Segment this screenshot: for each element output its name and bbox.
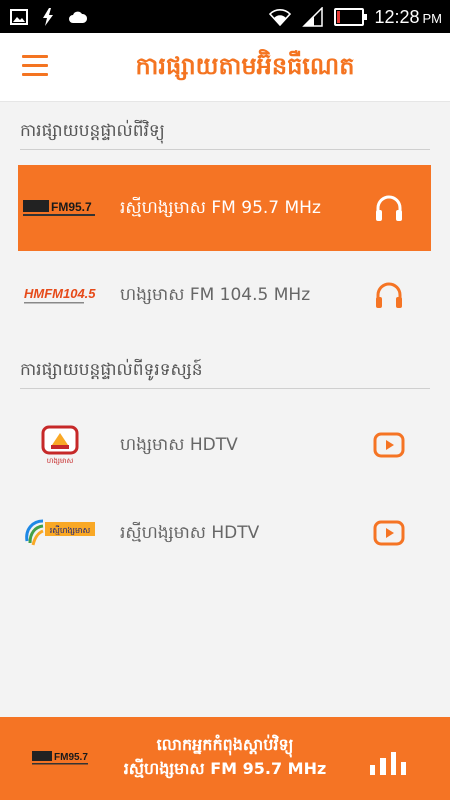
app-header: ការផ្សាយតាមអ៊ិនធឺណេត	[0, 33, 450, 102]
list-item-label: រស្មីហង្សមាស FM 95.7 MHz	[120, 198, 321, 218]
now-playing-line1: លោកអ្នកកំពុងស្តាប់វិទ្យុ	[156, 735, 294, 754]
menu-button[interactable]	[22, 55, 48, 77]
signal-icon	[302, 7, 324, 27]
now-playing-bar[interactable]: FM95.7 លោកអ្នកកំពុងស្តាប់វិទ្យុ រស្មីហង្…	[0, 717, 450, 800]
battery-icon	[334, 8, 368, 26]
hmfm1045-logo: HMFM104.5	[18, 252, 102, 338]
fm957-logo-text: FM95.7	[51, 200, 92, 214]
status-bar: 12:28 PM	[0, 0, 450, 33]
list-item-label: រស្មីហង្សមាស HDTV	[120, 523, 260, 543]
status-left-icons	[10, 7, 88, 27]
reaksmey-tv-logo-text: រស្មីហង្សមាស	[50, 525, 91, 535]
status-time: 12:28	[374, 6, 420, 27]
headphones-icon[interactable]	[373, 279, 405, 311]
menu-icon-bar	[22, 55, 48, 58]
status-clock: 12:28 PM	[374, 7, 442, 28]
eq-bar	[390, 752, 396, 775]
fm957-logo: FM95.7	[18, 165, 102, 251]
list-item-label: ហង្សមាស HDTV	[120, 435, 238, 455]
cloud-icon	[69, 11, 88, 23]
status-right-icons: 12:28 PM	[268, 5, 442, 29]
reaksmey-tv-logo: រស្មីហង្សមាស	[18, 490, 102, 576]
list-item-tv-reaksmey[interactable]: រស្មីហង្សមាស រស្មីហង្សមាស HDTV	[18, 490, 431, 576]
list-item-radio-957[interactable]: FM95.7 រស្មីហង្សមាស FM 95.7 MHz	[18, 165, 431, 251]
eq-bar	[370, 765, 376, 775]
menu-icon-bar	[22, 73, 48, 76]
section-title-tv: ការផ្សាយបន្តផ្ទាល់ពីទូរទស្សន៍	[20, 352, 430, 389]
list-item-label: ហង្សមាស FM 104.5 MHz	[120, 285, 311, 305]
hangmeas-tv-logo-text: ហង្សមាស	[47, 457, 74, 465]
player-station-logo: FM95.7	[32, 751, 88, 765]
menu-icon-bar	[22, 64, 48, 67]
eq-bar	[400, 762, 406, 775]
image-icon	[10, 9, 28, 25]
now-playing-text: លោកអ្នកកំពុងស្តាប់វិទ្យុ រស្មីហង្សមាស FM…	[110, 733, 340, 781]
player-logo-text: FM95.7	[54, 752, 88, 763]
equalizer-icon[interactable]	[370, 749, 406, 775]
status-ampm: PM	[422, 10, 443, 26]
now-playing-line2: រស្មីហង្សមាស FM 95.7 MHz	[123, 759, 327, 778]
play-icon[interactable]	[373, 517, 405, 549]
page-title: ការផ្សាយតាមអ៊ិនធឺណេត	[135, 52, 355, 80]
eq-bar	[380, 758, 386, 775]
hangmeas-tv-logo: ហង្សមាស	[18, 402, 102, 488]
wifi-icon	[269, 9, 292, 26]
play-icon[interactable]	[373, 429, 405, 461]
hmfm1045-logo-text: HMFM104.5	[24, 286, 96, 301]
list-item-tv-hangmeas[interactable]: ហង្សមាស ហង្សមាស HDTV	[18, 402, 431, 488]
headphones-icon[interactable]	[373, 192, 405, 224]
flash-icon	[43, 8, 53, 26]
list-item-radio-1045[interactable]: HMFM104.5 ហង្សមាស FM 104.5 MHz	[18, 252, 431, 338]
section-title-radio: ការផ្សាយបន្តផ្ទាល់ពីវិទ្យុ	[20, 113, 430, 150]
